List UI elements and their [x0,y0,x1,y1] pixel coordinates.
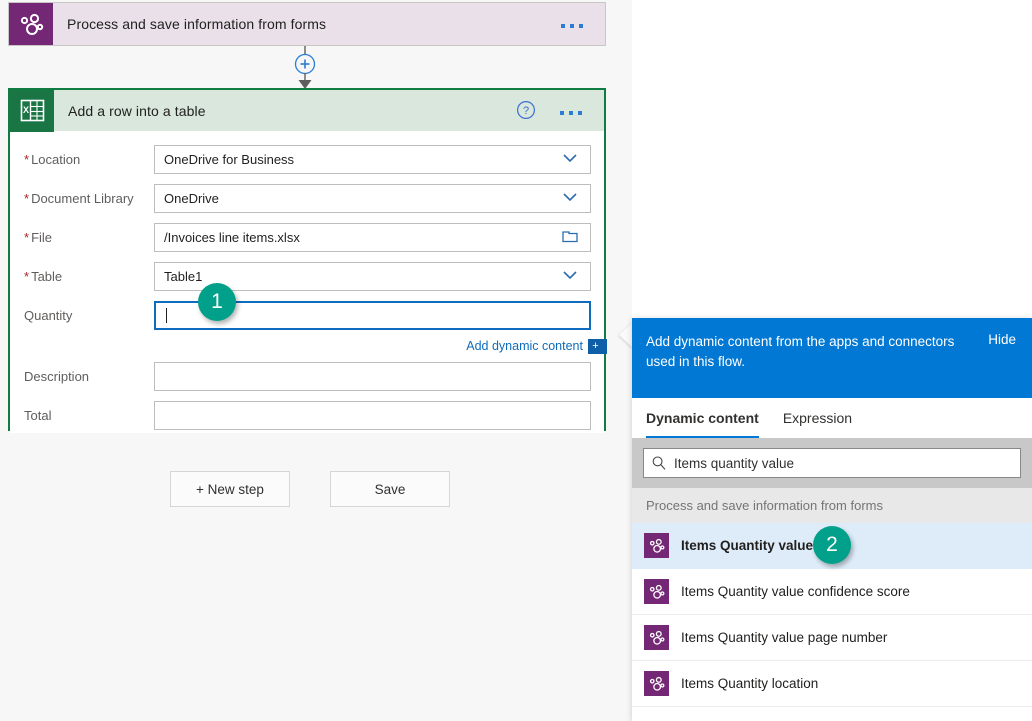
dynamic-panel-search-area: Items quantity value [632,438,1032,488]
list-item-label: Items Quantity value [669,538,813,553]
field-label-quantity: Quantity [24,308,154,323]
folder-icon[interactable] [560,228,582,247]
step-badge-1: 1 [198,283,236,321]
svg-text:?: ? [523,105,529,117]
field-label-table: *Table [24,269,154,284]
add-dynamic-content-plus-icon[interactable]: + [588,339,605,354]
field-row-table: *Table Table1 [10,258,604,294]
power-automate-icon [644,625,669,650]
dynamic-panel-header: Add dynamic content from the apps and co… [632,318,1032,398]
step-badge-2: 2 [813,526,851,564]
list-item[interactable]: Items Quantity location [632,661,1032,707]
trigger-card[interactable]: Process and save information from forms [8,2,606,46]
new-step-button[interactable]: + New step [170,471,290,507]
list-item-label: Items Quantity location [669,676,818,691]
field-row-description: Description [10,358,604,394]
field-label-document-library: *Document Library [24,191,154,206]
power-automate-icon [644,579,669,604]
tab-expression[interactable]: Expression [783,398,852,438]
save-button[interactable]: Save [330,471,450,507]
power-automate-icon [644,533,669,558]
chevron-down-icon [560,152,582,167]
document-library-value: OneDrive [155,191,560,206]
trigger-card-more-button[interactable] [553,19,605,29]
dynamic-content-panel: Add dynamic content from the apps and co… [632,318,1032,721]
svg-text:X: X [22,105,28,115]
trigger-card-title: Process and save information from forms [53,16,553,32]
search-input[interactable]: Items quantity value [643,448,1021,478]
location-dropdown[interactable]: OneDrive for Business [154,145,591,174]
field-row-quantity: Quantity [10,297,604,333]
search-input-value: Items quantity value [674,456,794,471]
field-row-file: *File /Invoices line items.xlsx [10,219,604,255]
location-value: OneDrive for Business [155,152,560,167]
description-input[interactable] [154,362,591,391]
text-cursor [166,308,167,323]
add-dynamic-content-row[interactable]: Add dynamic content + [10,336,605,356]
required-indicator: * [24,269,29,284]
field-label-total: Total [24,408,154,423]
list-item[interactable]: Items Quantity value page number [632,615,1032,661]
add-step-connector[interactable] [285,46,325,90]
power-automate-icon [644,671,669,696]
file-input[interactable]: /Invoices line items.xlsx [154,223,591,252]
flow-action-buttons: + New step Save [0,471,620,507]
table-value: Table1 [155,269,560,284]
action-card-body: *Location OneDrive for Business *Documen… [10,131,604,433]
action-card-header[interactable]: X Add a row into a table ? [10,90,604,131]
field-row-document-library: *Document Library OneDrive [10,180,604,216]
list-item-label: Items Quantity value confidence score [669,584,910,599]
dynamic-panel-header-text: Add dynamic content from the apps and co… [646,332,988,372]
document-library-dropdown[interactable]: OneDrive [154,184,591,213]
field-row-total: Total [10,397,604,433]
action-card: X Add a row into a table ? [8,88,606,431]
excel-icon: X [10,90,54,132]
hide-button[interactable]: Hide [988,332,1016,347]
field-label-description: Description [24,369,154,384]
list-item[interactable]: Items Quantity value confidence score [632,569,1032,615]
field-label-file: *File [24,230,154,245]
total-input[interactable] [154,401,591,430]
chevron-down-icon [560,191,582,206]
dynamic-content-group-header: Process and save information from forms [632,488,1032,523]
tab-dynamic-content[interactable]: Dynamic content [646,398,759,438]
chevron-down-icon [560,269,582,284]
field-row-location: *Location OneDrive for Business [10,141,604,177]
field-label-location: *Location [24,152,154,167]
help-icon[interactable]: ? [516,100,538,122]
dynamic-panel-tabs: Dynamic content Expression [632,398,1032,438]
required-indicator: * [24,152,29,167]
required-indicator: * [24,230,29,245]
search-icon [644,455,674,471]
file-value: /Invoices line items.xlsx [155,230,560,245]
action-card-title: Add a row into a table [54,103,516,119]
right-background [632,0,1032,318]
required-indicator: * [24,191,29,206]
action-card-more-button[interactable] [552,106,604,116]
power-automate-icon [9,3,53,45]
list-item-label: Items Quantity value page number [669,630,887,645]
dynamic-panel-pointer [619,322,633,348]
add-dynamic-content-link[interactable]: Add dynamic content [466,339,583,353]
flow-canvas: Process and save information from forms [0,0,632,721]
